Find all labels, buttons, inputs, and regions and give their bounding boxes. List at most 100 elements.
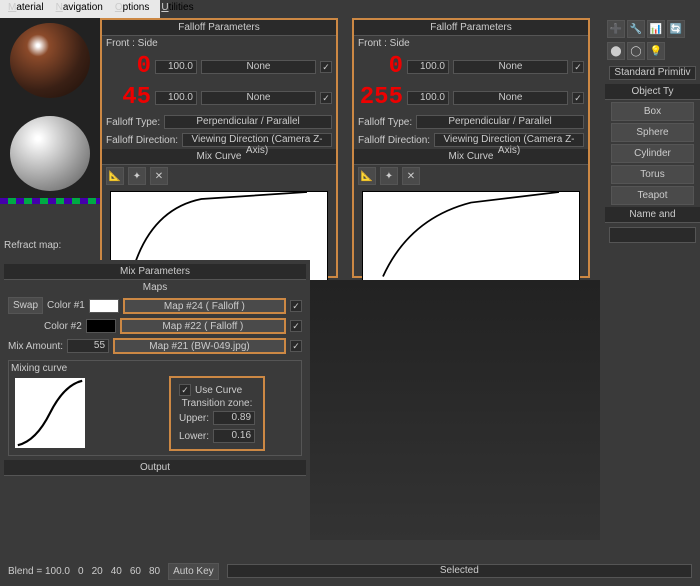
hierarchy-tab-icon[interactable]: 📊 (647, 20, 665, 38)
viewport[interactable] (310, 280, 600, 540)
map-slot-2[interactable]: None (201, 91, 316, 105)
tick-20: 20 (92, 566, 103, 577)
spinner-1b[interactable]: 100.0 (407, 60, 449, 74)
tick-60: 60 (130, 566, 141, 577)
motion-tab-icon[interactable]: 🔄 (667, 20, 685, 38)
curve-tool-1b[interactable]: 📐 (358, 167, 376, 185)
menu-options[interactable]: Options (115, 2, 149, 16)
blend-readout: Blend = 100.0 (8, 566, 70, 577)
mixing-curve-label: Mixing curve (11, 363, 67, 374)
usecurve-checkbox[interactable] (179, 384, 191, 396)
map-enable-2b[interactable] (572, 92, 584, 104)
usecurve-label: Use Curve (195, 385, 242, 396)
map-enable-1[interactable] (320, 61, 332, 73)
mix-panel: Mix Parameters Maps Swap Color #1 Map #2… (0, 260, 310, 480)
mixcurve-header-2[interactable]: Mix Curve (354, 149, 588, 165)
modify-tab-icon[interactable]: 🔧 (627, 20, 645, 38)
menu-utilities[interactable]: Utilities (161, 2, 193, 16)
curve-tool-2[interactable]: ✦ (128, 167, 146, 185)
map-slot-2b[interactable]: None (453, 91, 568, 105)
transition-zone-box: Use Curve Transition zone: Upper: 0.89 Lo… (169, 376, 265, 451)
sphere-button[interactable]: Sphere (611, 123, 694, 142)
lower-spinner[interactable]: 0.16 (213, 429, 255, 443)
name-field[interactable] (609, 227, 696, 243)
mixcurve-header-1[interactable]: Mix Curve (102, 149, 336, 165)
tz-label: Transition zone: (175, 398, 259, 409)
teapot-button[interactable]: Teapot (611, 186, 694, 205)
curve-tool-2b[interactable]: ✦ (380, 167, 398, 185)
object-type-header[interactable]: Object Ty (605, 84, 700, 100)
front-side-label-2: Front : Side (358, 38, 410, 49)
falloff-dir-label: Falloff Direction: (106, 135, 178, 146)
swap-button[interactable]: Swap (8, 297, 43, 314)
curve-tool-1[interactable]: 📐 (106, 167, 124, 185)
red-value-0b: 0 (358, 53, 403, 80)
material-sphere-2[interactable] (10, 116, 90, 191)
map1-enable[interactable] (290, 300, 302, 312)
command-panel: ➕ 🔧 📊 🔄 ⬤ ◯ 💡 Standard Primitiv Object T… (605, 18, 700, 538)
geometry-icon[interactable]: ⬤ (607, 42, 625, 60)
color1-swatch[interactable] (89, 299, 119, 313)
selected-dropdown[interactable]: Selected (227, 564, 692, 578)
create-tab-icon[interactable]: ➕ (607, 20, 625, 38)
cylinder-button[interactable]: Cylinder (611, 144, 694, 163)
falloff-header[interactable]: Falloff Parameters (102, 20, 336, 36)
falloff-dir-dropdown-2[interactable]: Viewing Direction (Camera Z-Axis) (434, 133, 584, 147)
primitive-dropdown[interactable]: Standard Primitiv (609, 66, 696, 80)
falloff-curve-2[interactable] (362, 191, 580, 281)
menubar: MMaterialaterial Navigation Options Util… (0, 0, 160, 18)
falloff-panel-2: Falloff Parameters Front : Side 0 100.0 … (352, 18, 590, 278)
color1-label: Color #1 (47, 300, 85, 311)
curve-tool-3[interactable]: ✕ (150, 167, 168, 185)
falloff-panel-1: Falloff Parameters Front : Side 0 100.0 … (100, 18, 338, 278)
timeline: Blend = 100.0 0 20 40 60 80 Auto Key Sel… (0, 556, 700, 586)
output-header[interactable]: Output (4, 460, 306, 476)
mixamount-label: Mix Amount: (8, 341, 63, 352)
menu-navigation[interactable]: Navigation (56, 2, 103, 16)
torus-button[interactable]: Torus (611, 165, 694, 184)
spinner-2b[interactable]: 100.0 (407, 91, 449, 105)
falloff-type-dropdown-2[interactable]: Perpendicular / Parallel (416, 115, 584, 129)
tick-40: 40 (111, 566, 122, 577)
menu-material[interactable]: MMaterialaterial (8, 2, 44, 16)
box-button[interactable]: Box (611, 102, 694, 121)
map-slot-1[interactable]: None (201, 60, 316, 74)
falloff-dir-dropdown[interactable]: Viewing Direction (Camera Z-Axis) (182, 133, 332, 147)
map-slot-1b[interactable]: None (453, 60, 568, 74)
map3-button[interactable]: Map #21 (BW-049.jpg) (113, 338, 286, 354)
mixamount-spinner[interactable]: 55 (67, 339, 109, 353)
map2-button[interactable]: Map #22 ( Falloff ) (120, 318, 286, 334)
lights-icon[interactable]: 💡 (647, 42, 665, 60)
map-enable-1b[interactable] (572, 61, 584, 73)
red-value-0: 0 (106, 53, 151, 80)
map2-enable[interactable] (290, 320, 302, 332)
front-side-label: Front : Side (106, 38, 158, 49)
falloff-type-label: Falloff Type: (106, 117, 160, 128)
red-value-45: 45 (106, 84, 151, 111)
tick-80: 80 (149, 566, 160, 577)
map-enable-2[interactable] (320, 92, 332, 104)
spinner-2[interactable]: 100.0 (155, 91, 197, 105)
shapes-icon[interactable]: ◯ (627, 42, 645, 60)
falloff-type-label-2: Falloff Type: (358, 117, 412, 128)
material-sphere-1[interactable] (10, 23, 90, 98)
tick-0: 0 (78, 566, 84, 577)
upper-spinner[interactable]: 0.89 (213, 411, 255, 425)
mix-header[interactable]: Mix Parameters (4, 264, 306, 280)
autokey-button[interactable]: Auto Key (168, 563, 219, 580)
spinner-1[interactable]: 100.0 (155, 60, 197, 74)
material-preview (0, 18, 100, 198)
falloff-dir-label-2: Falloff Direction: (358, 135, 430, 146)
falloff-type-dropdown[interactable]: Perpendicular / Parallel (164, 115, 332, 129)
map1-button[interactable]: Map #24 ( Falloff ) (123, 298, 286, 314)
lower-label: Lower: (179, 431, 209, 442)
falloff-header-2[interactable]: Falloff Parameters (354, 20, 588, 36)
name-header[interactable]: Name and (605, 207, 700, 223)
upper-label: Upper: (179, 413, 209, 424)
map3-enable[interactable] (290, 340, 302, 352)
maps-label: Maps (4, 280, 306, 295)
color2-label: Color #2 (44, 321, 82, 332)
refract-map-label: Refract map: (4, 240, 61, 251)
curve-tool-3b[interactable]: ✕ (402, 167, 420, 185)
color2-swatch[interactable] (86, 319, 116, 333)
